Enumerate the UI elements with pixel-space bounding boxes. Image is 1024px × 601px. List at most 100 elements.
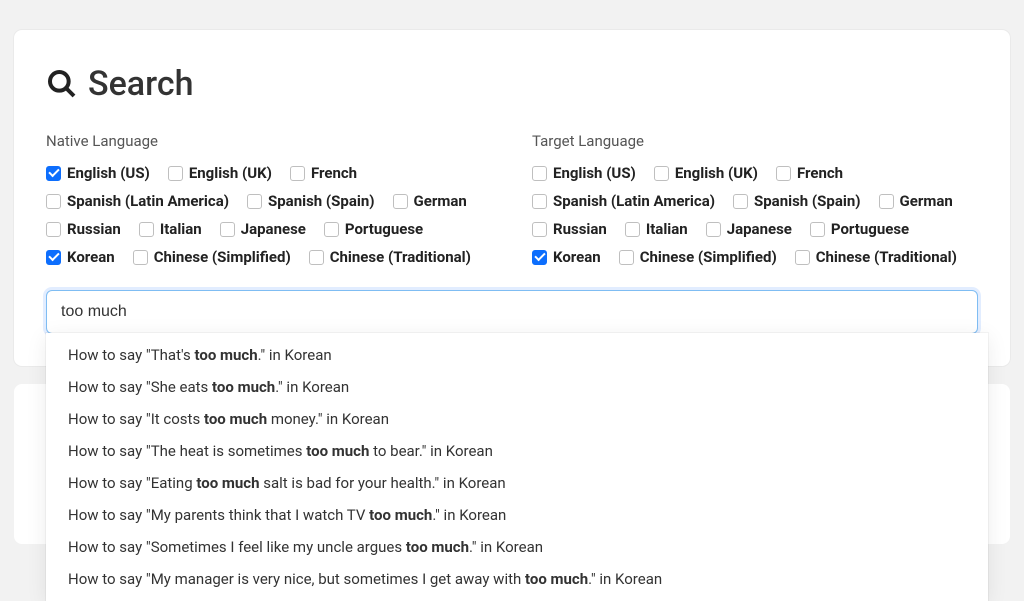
suggestion-text-match: too much [306, 442, 369, 460]
target-checkbox-chinese-simplified[interactable]: Chinese (Simplified) [619, 248, 777, 266]
suggestion-text-post: to bear." in Korean [369, 442, 492, 460]
target-checkbox-japanese[interactable]: Japanese [706, 220, 792, 238]
page-title: Search [88, 64, 193, 104]
checkbox-label: Russian [553, 220, 607, 238]
checkbox-label: English (UK) [675, 164, 758, 182]
checkbox-label: Korean [67, 248, 115, 266]
checkbox-icon [532, 222, 547, 237]
native-checkbox-japanese[interactable]: Japanese [220, 220, 306, 238]
checkbox-icon [532, 250, 547, 265]
native-checkbox-spanish-latin-america[interactable]: Spanish (Latin America) [46, 192, 229, 210]
checkbox-icon [46, 222, 61, 237]
suggestion-text-match: too much [204, 410, 267, 428]
search-suggestion-item[interactable]: How to say "The heat is sometimes too mu… [46, 435, 988, 467]
suggestion-text-pre: How to say "My parents think that I watc… [68, 506, 369, 524]
suggestion-text-post: ." in Korean [432, 506, 506, 524]
target-checkbox-english-uk[interactable]: English (UK) [654, 164, 758, 182]
search-card: Search Native Language English (US)Engli… [14, 30, 1010, 366]
search-suggestion-item[interactable]: How to say "It costs too much money." in… [46, 403, 988, 435]
suggestion-text-pre: How to say "My manager is very nice, but… [68, 570, 525, 588]
suggestion-text-post: ." in Korean [275, 378, 349, 396]
native-checkbox-italian[interactable]: Italian [139, 220, 202, 238]
checkbox-icon [532, 194, 547, 209]
suggestion-text-match: too much [525, 570, 588, 588]
checkbox-label: English (US) [553, 164, 636, 182]
checkbox-label: Chinese (Simplified) [154, 248, 291, 266]
checkbox-label: German [900, 192, 953, 210]
checkbox-label: Japanese [727, 220, 792, 238]
suggestion-text-post: money." in Korean [267, 410, 389, 428]
checkbox-icon [133, 250, 148, 265]
target-checkbox-spanish-latin-america[interactable]: Spanish (Latin America) [532, 192, 715, 210]
target-checkbox-portuguese[interactable]: Portuguese [810, 220, 909, 238]
search-suggestion-item[interactable]: How to say "My parents think that I watc… [46, 499, 988, 531]
suggestion-text-match: too much [194, 346, 257, 364]
language-columns: Native Language English (US)English (UK)… [46, 132, 978, 266]
target-checkbox-chinese-traditional[interactable]: Chinese (Traditional) [795, 248, 957, 266]
search-suggestion-item[interactable]: How to say "She eats too much." in Korea… [46, 371, 988, 403]
checkbox-icon [733, 194, 748, 209]
suggestion-text-pre: How to say "The heat is sometimes [68, 442, 306, 460]
checkbox-icon [795, 250, 810, 265]
native-language-column: Native Language English (US)English (UK)… [46, 132, 492, 266]
checkbox-label: Japanese [241, 220, 306, 238]
checkbox-label: Korean [553, 248, 601, 266]
native-checkbox-korean[interactable]: Korean [46, 248, 115, 266]
checkbox-icon [879, 194, 894, 209]
suggestion-text-pre: How to say "Sometimes I feel like my unc… [68, 538, 406, 556]
target-checkbox-korean[interactable]: Korean [532, 248, 601, 266]
search-title-row: Search [46, 64, 978, 104]
checkbox-label: Italian [160, 220, 202, 238]
search-suggestion-item[interactable]: How to say "Sometimes I feel like my unc… [46, 531, 988, 563]
checkbox-icon [309, 250, 324, 265]
checkbox-label: Russian [67, 220, 121, 238]
target-language-checkboxes: English (US) English (UK) French Spanish (L… [532, 164, 978, 266]
checkbox-icon [168, 166, 183, 181]
native-checkbox-german[interactable]: German [393, 192, 467, 210]
checkbox-icon [290, 166, 305, 181]
checkbox-label: Portuguese [345, 220, 423, 238]
native-checkbox-french[interactable]: French [290, 164, 357, 182]
native-checkbox-english-us[interactable]: English (US) [46, 164, 150, 182]
checkbox-label: Spanish (Latin America) [67, 192, 229, 210]
native-checkbox-chinese-simplified[interactable]: Chinese (Simplified) [133, 248, 291, 266]
search-suggestion-item[interactable]: How to say "Eating too much salt is bad … [46, 467, 988, 499]
checkbox-icon [46, 250, 61, 265]
native-checkbox-english-uk[interactable]: English (UK) [168, 164, 272, 182]
suggestion-text-pre: How to say "That's [68, 346, 194, 364]
checkbox-icon [532, 166, 547, 181]
checkbox-icon [139, 222, 154, 237]
checkbox-label: Chinese (Traditional) [330, 248, 471, 266]
checkbox-icon [324, 222, 339, 237]
checkbox-label: Spanish (Spain) [754, 192, 861, 210]
native-checkbox-portuguese[interactable]: Portuguese [324, 220, 423, 238]
checkbox-icon [247, 194, 262, 209]
target-checkbox-german[interactable]: German [879, 192, 953, 210]
target-checkbox-french[interactable]: French [776, 164, 843, 182]
native-checkbox-spanish-spain[interactable]: Spanish (Spain) [247, 192, 375, 210]
search-icon [46, 68, 78, 100]
target-checkbox-english-us[interactable]: English (US) [532, 164, 636, 182]
checkbox-label: Chinese (Traditional) [816, 248, 957, 266]
native-checkbox-russian[interactable]: Russian [46, 220, 121, 238]
suggestion-text-post: ." in Korean [258, 346, 332, 364]
search-suggestion-item[interactable]: How to say "My manager is very nice, but… [46, 563, 988, 595]
native-language-checkboxes: English (US) English (UK) French Spanish (L… [46, 164, 492, 266]
native-checkbox-chinese-traditional[interactable]: Chinese (Traditional) [309, 248, 471, 266]
search-suggestions-dropdown: How to say "That's too much." in KoreanH… [46, 333, 988, 601]
target-checkbox-spanish-spain[interactable]: Spanish (Spain) [733, 192, 861, 210]
suggestion-text-match: too much [212, 378, 275, 396]
search-suggestion-item[interactable]: How to say "That's too much." in Korean [46, 339, 988, 371]
checkbox-label: French [797, 164, 843, 182]
search-input[interactable] [46, 290, 978, 334]
checkbox-icon [619, 250, 634, 265]
checkbox-icon [706, 222, 721, 237]
checkbox-label: Spanish (Spain) [268, 192, 375, 210]
checkbox-icon [810, 222, 825, 237]
suggestion-text-post: salt is bad for your health." in Korean [260, 474, 506, 492]
checkbox-icon [46, 166, 61, 181]
suggestion-text-post: ." in Korean [588, 570, 662, 588]
target-checkbox-russian[interactable]: Russian [532, 220, 607, 238]
target-checkbox-italian[interactable]: Italian [625, 220, 688, 238]
suggestion-text-match: too much [369, 506, 432, 524]
